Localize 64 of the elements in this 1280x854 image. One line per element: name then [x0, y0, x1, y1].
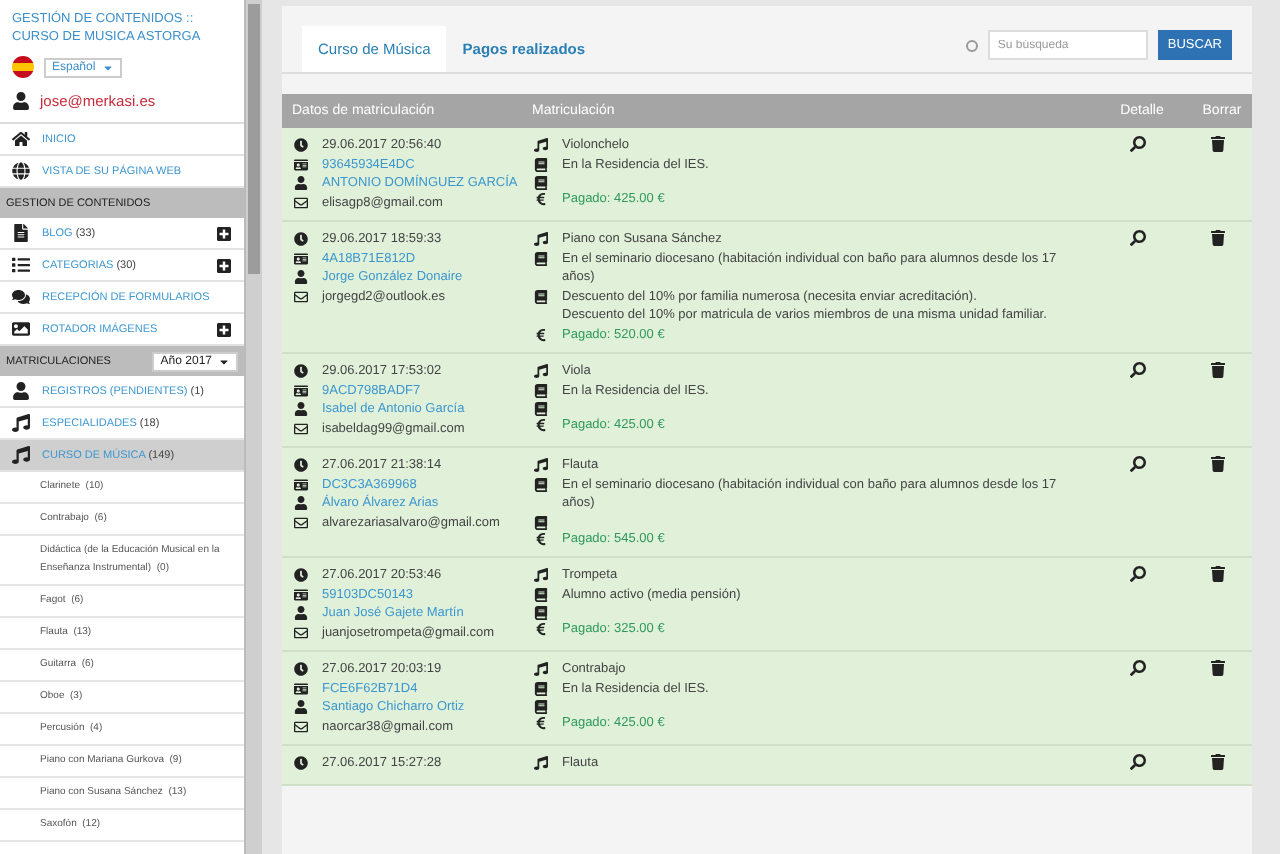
add-icon[interactable]	[216, 321, 232, 337]
clock-icon	[294, 458, 312, 472]
user-icon	[12, 92, 30, 110]
music-icon	[534, 568, 552, 582]
music-icon	[12, 446, 30, 464]
music-icon	[534, 232, 552, 246]
music-icon	[534, 662, 552, 676]
clock-icon	[294, 662, 312, 676]
trash-icon[interactable]	[1209, 754, 1225, 775]
clock-icon	[294, 232, 312, 246]
user-icon	[294, 176, 312, 190]
music-icon	[534, 458, 552, 472]
user-icon	[294, 700, 312, 714]
mail-icon	[294, 289, 312, 303]
book-icon	[534, 289, 552, 303]
user-icon	[294, 496, 312, 510]
scrollbar[interactable]	[244, 0, 262, 854]
book-icon	[534, 176, 552, 190]
add-icon[interactable]	[216, 225, 232, 241]
id-card-icon	[294, 383, 312, 397]
user-icon	[294, 270, 312, 284]
book-icon	[534, 700, 552, 714]
book-icon	[534, 402, 552, 416]
book-icon	[534, 587, 552, 601]
user-icon	[294, 402, 312, 416]
mail-icon	[294, 195, 312, 209]
music-icon	[12, 414, 30, 432]
id-card-icon	[294, 587, 312, 601]
user-icon	[294, 606, 312, 620]
caret-icon	[101, 61, 114, 73]
clock-icon	[294, 568, 312, 582]
id-card-icon	[294, 251, 312, 265]
book-icon	[534, 251, 552, 265]
add-icon[interactable]	[216, 257, 232, 273]
clock-icon	[294, 756, 312, 770]
caret-icon	[218, 355, 230, 367]
clock-icon	[294, 138, 312, 152]
mail-icon	[294, 719, 312, 733]
book-icon	[534, 515, 552, 529]
flag-icon	[12, 56, 34, 78]
search-icon[interactable]	[1129, 754, 1145, 775]
music-icon	[534, 756, 552, 770]
clock-icon	[294, 364, 312, 378]
image-icon	[12, 320, 30, 338]
book-icon	[534, 383, 552, 397]
music-icon	[534, 364, 552, 378]
id-card-icon	[294, 477, 312, 491]
mail-icon	[294, 625, 312, 639]
radio-icon	[965, 39, 978, 51]
home-icon	[12, 130, 30, 148]
user-icon	[12, 382, 30, 400]
book-icon	[534, 477, 552, 491]
mail-icon	[294, 421, 312, 435]
list-icon	[12, 256, 30, 274]
globe-icon	[12, 162, 30, 180]
book-icon	[534, 157, 552, 171]
book-icon	[534, 606, 552, 620]
chat-icon	[12, 288, 30, 306]
music-icon	[534, 138, 552, 152]
mail-icon	[294, 515, 312, 529]
book-icon	[534, 681, 552, 695]
document-icon	[12, 224, 30, 242]
id-card-icon	[294, 157, 312, 171]
id-card-icon	[294, 681, 312, 695]
